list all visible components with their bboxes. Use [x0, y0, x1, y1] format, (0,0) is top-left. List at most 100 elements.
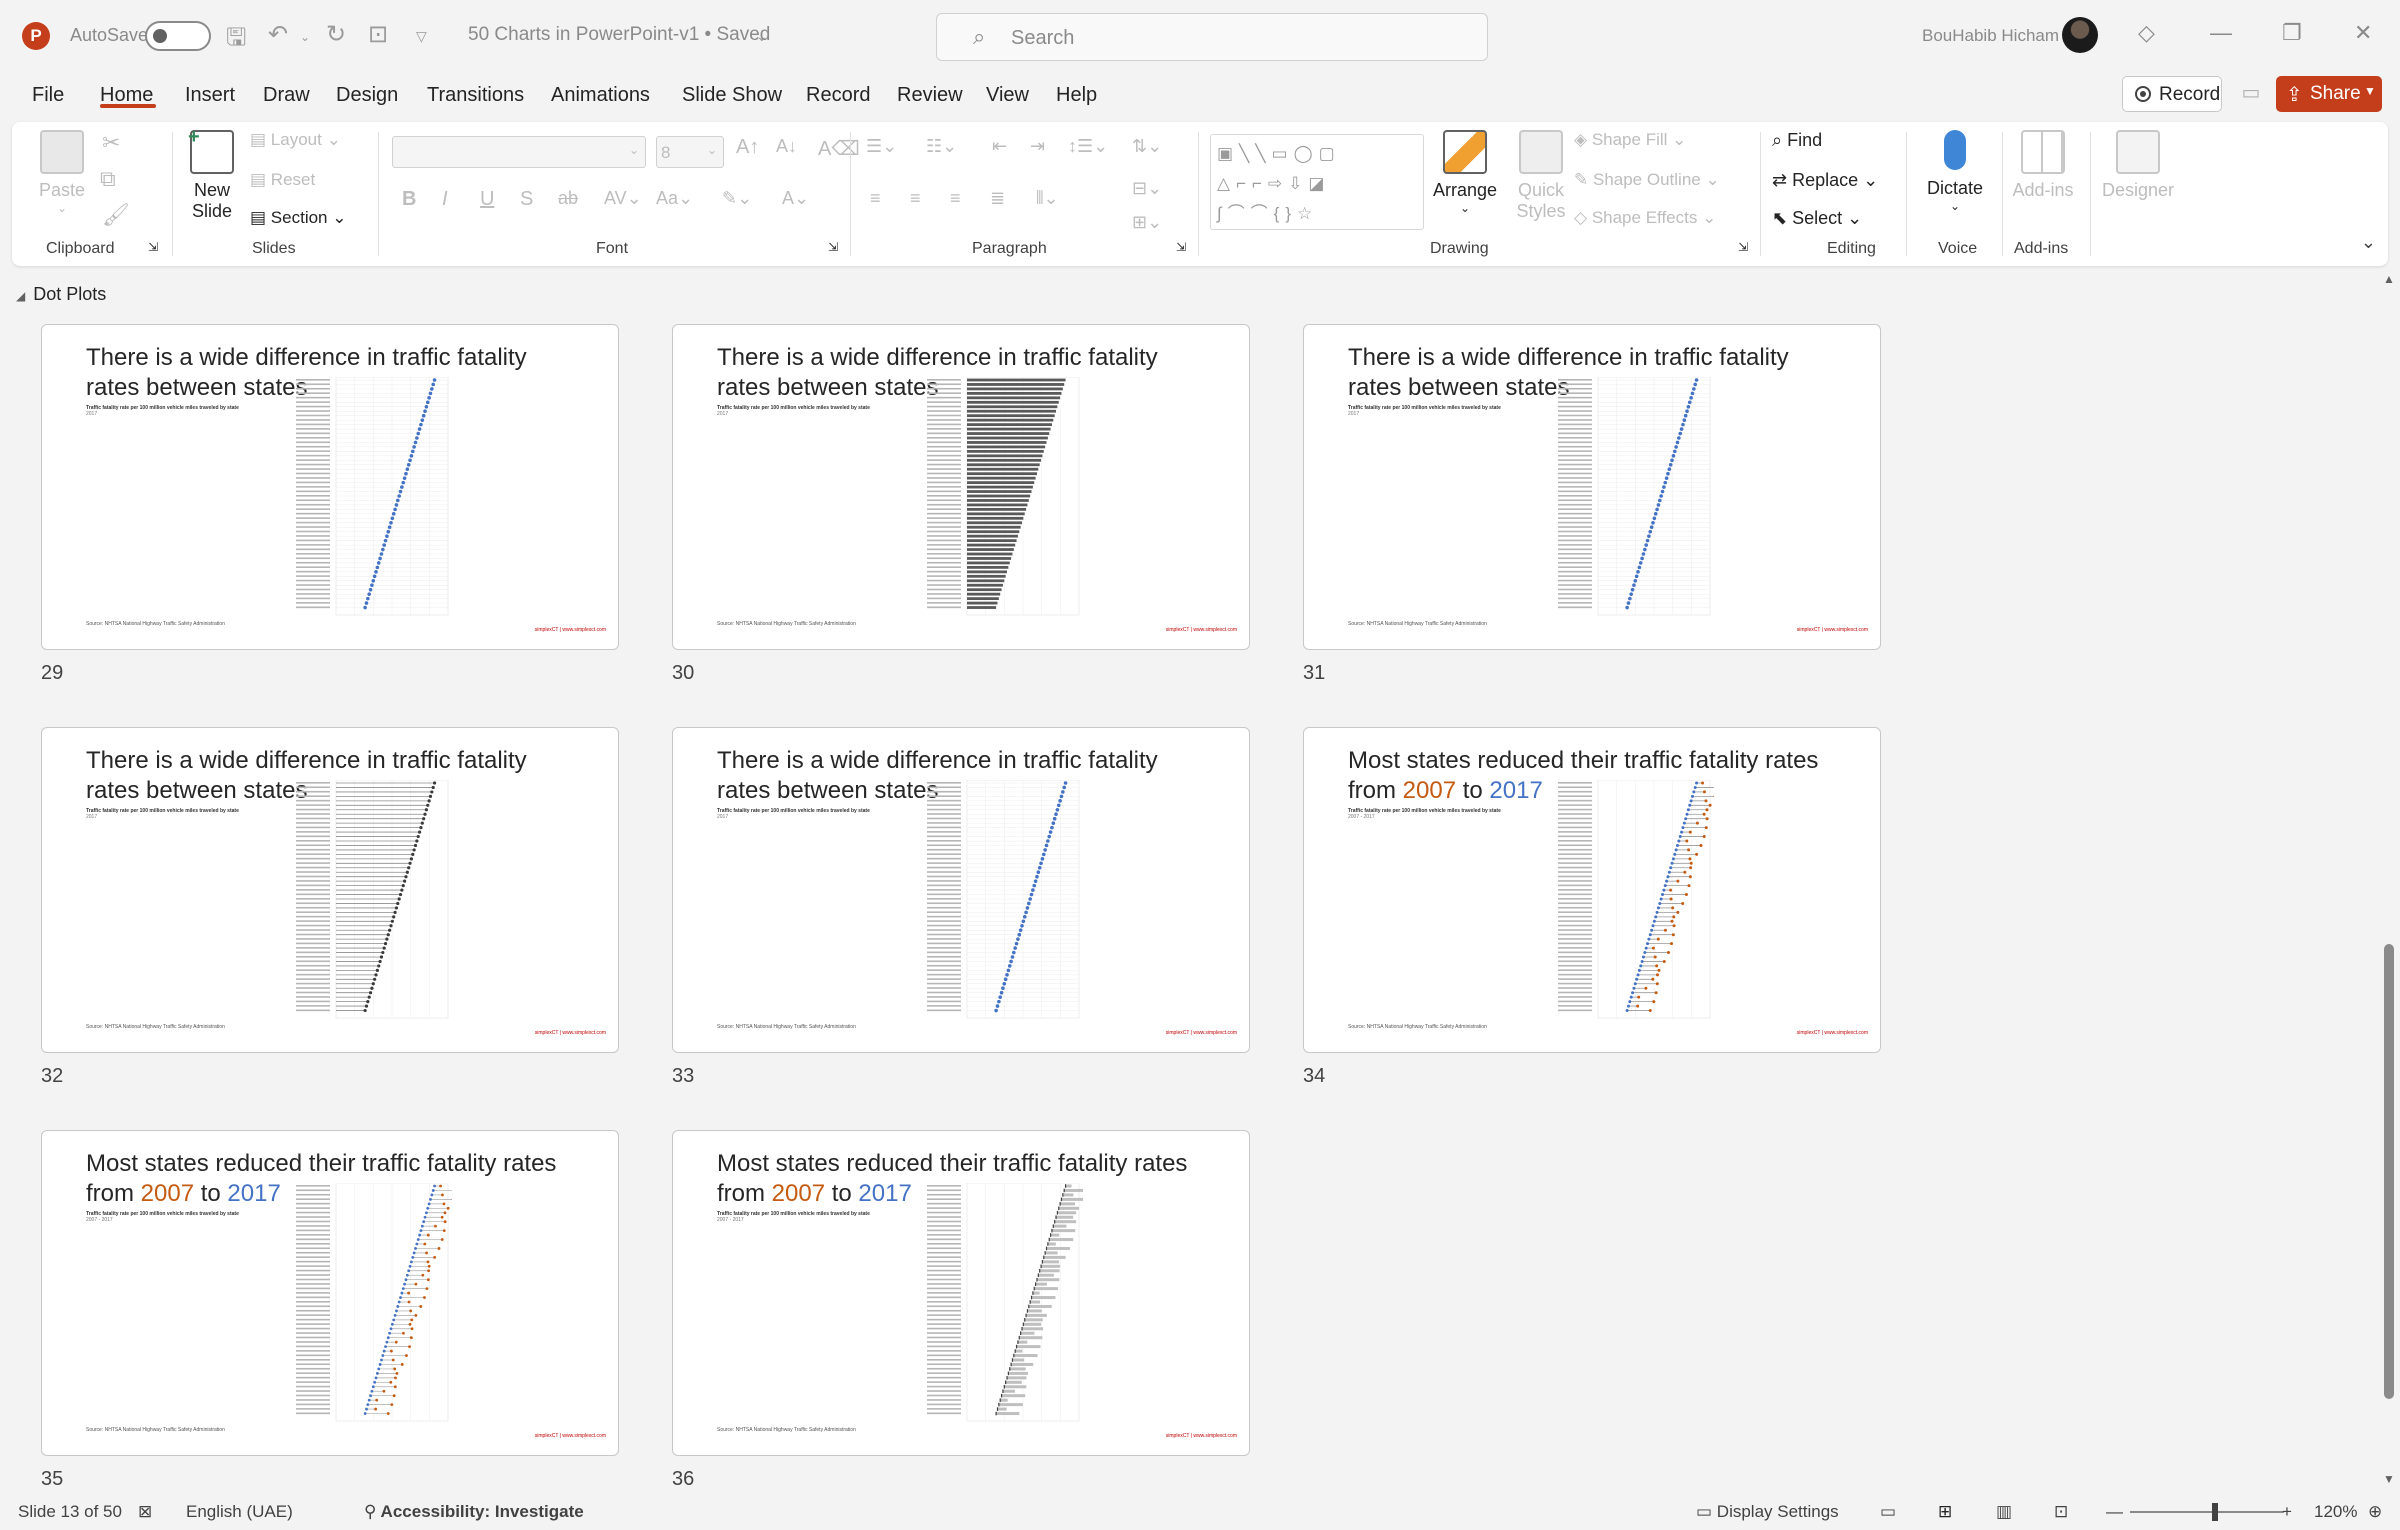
tab-help[interactable]: Help [1056, 84, 1097, 107]
scroll-down-icon[interactable]: ▼ [2383, 1472, 2395, 1486]
line-spacing-icon[interactable]: ↕☰⌄ [1068, 136, 1108, 157]
dialog-launcher-icon[interactable]: ⇲ [148, 240, 158, 254]
strikethrough-icon[interactable]: ab [558, 188, 578, 209]
arrange-button[interactable]: Arrange ⌄ [1430, 130, 1500, 215]
align-text-icon[interactable]: ⊟⌄ [1132, 178, 1162, 199]
tab-draw[interactable]: Draw [263, 84, 310, 107]
premium-diamond-icon[interactable]: ◇ [2138, 20, 2155, 46]
comments-icon[interactable]: ▭ [2236, 80, 2266, 108]
quick-styles-button[interactable]: Quick Styles [1506, 130, 1576, 222]
character-spacing-icon[interactable]: AV⌄ [604, 188, 642, 209]
normal-view-icon[interactable]: ▭ [1880, 1502, 1896, 1522]
cut-icon[interactable]: ✂ [102, 130, 120, 156]
select-button[interactable]: ⬉ Select ⌄ [1772, 208, 1862, 229]
slide-sorter-view-icon[interactable]: ⊞ [1938, 1502, 1952, 1522]
tab-transitions[interactable]: Transitions [427, 84, 524, 107]
font-size-box[interactable]: 8 ⌄ [656, 136, 724, 168]
collapse-ribbon-icon[interactable]: ⌄ [2361, 232, 2376, 253]
shape-outline-button[interactable]: ✎ Shape Outline ⌄ [1574, 170, 1720, 190]
designer-button[interactable]: Designer [2098, 130, 2178, 201]
format-painter-icon[interactable]: 🖌 [102, 202, 130, 228]
tab-file[interactable]: File [32, 84, 64, 107]
customize-qat-icon[interactable]: ▽ [416, 28, 427, 45]
start-slideshow-icon[interactable]: ⊡ [368, 20, 388, 49]
accessibility-status[interactable]: ⚲ Accessibility: Investigate [364, 1502, 584, 1522]
dialog-launcher-icon[interactable]: ⇲ [1738, 240, 1748, 254]
spelling-check-icon[interactable]: ⊠ [138, 1502, 152, 1522]
columns-icon[interactable]: ⫴⌄ [1036, 188, 1059, 209]
font-color-icon[interactable]: A⌄ [782, 188, 809, 209]
slide-thumbnail-36[interactable]: Most states reduced their traffic fatali… [672, 1130, 1250, 1456]
minimize-icon[interactable]: — [2210, 20, 2232, 46]
undo-dropdown-icon[interactable]: ⌄ [300, 30, 310, 44]
shadow-icon[interactable]: S [520, 188, 533, 211]
align-right-icon[interactable]: ≡ [950, 188, 961, 209]
bullets-icon[interactable]: ☰⌄ [866, 136, 897, 157]
paste-button[interactable]: Paste ⌄ [34, 130, 90, 215]
share-button[interactable]: ⇪ Share ▼ [2276, 76, 2382, 112]
align-left-icon[interactable]: ≡ [870, 188, 881, 209]
underline-icon[interactable]: U [480, 188, 494, 211]
grow-font-icon[interactable]: A↑ [736, 136, 759, 159]
shrink-font-icon[interactable]: A↓ [776, 136, 797, 157]
dialog-launcher-icon[interactable]: ⇲ [828, 240, 838, 254]
slide-thumbnail-32[interactable]: There is a wide difference in traffic fa… [41, 727, 619, 1053]
vertical-scrollbar[interactable]: ▲ ▼ [2378, 272, 2400, 1488]
language-status[interactable]: English (UAE) [186, 1502, 293, 1522]
highlight-icon[interactable]: ✎⌄ [722, 188, 752, 209]
slide-thumbnail-31[interactable]: There is a wide difference in traffic fa… [1303, 324, 1881, 650]
save-icon[interactable]: 🖫 [226, 20, 246, 61]
reading-view-icon[interactable]: ▥ [1996, 1502, 2012, 1522]
chevron-down-icon[interactable]: ⌄ [756, 28, 768, 45]
document-title[interactable]: 50 Charts in PowerPoint-v1 • Saved [468, 24, 770, 46]
fit-to-window-icon[interactable]: ⊕ [2368, 1502, 2382, 1522]
zoom-slider[interactable] [2130, 1511, 2284, 1513]
slide-thumbnail-34[interactable]: Most states reduced their traffic fatali… [1303, 727, 1881, 1053]
slide-thumbnail-35[interactable]: Most states reduced their traffic fatali… [41, 1130, 619, 1456]
restore-icon[interactable]: ❐ [2282, 20, 2302, 46]
collapse-triangle-icon[interactable]: ◢ [16, 289, 25, 303]
italic-icon[interactable]: I [442, 188, 448, 211]
section-header[interactable]: ◢ Dot Plots [16, 284, 106, 305]
copy-icon[interactable]: ⧉ [100, 166, 116, 192]
add-ins-button[interactable]: Add-ins [2008, 130, 2078, 201]
section-button[interactable]: ▤ Section ⌄ [250, 208, 346, 228]
slide-thumbnail-29[interactable]: There is a wide difference in traffic fa… [41, 324, 619, 650]
tab-slide-show[interactable]: Slide Show [682, 84, 782, 107]
undo-icon[interactable]: ↶ [268, 20, 288, 49]
zoom-in-icon[interactable]: + [2282, 1502, 2292, 1522]
text-direction-icon[interactable]: ⇅⌄ [1132, 136, 1162, 157]
shapes-gallery[interactable]: ▣╲╲▭◯▢ △⌐⌐⇨⇩◪ ∫⌒⌒{}☆ [1210, 134, 1424, 230]
search-box[interactable]: ⌕ Search [936, 13, 1488, 61]
zoom-slider-thumb[interactable] [2212, 1503, 2218, 1521]
tab-record[interactable]: Record [806, 84, 870, 107]
clear-formatting-icon[interactable]: A⌫ [818, 136, 860, 161]
slide-thumbnail-30[interactable]: There is a wide difference in traffic fa… [672, 324, 1250, 650]
tab-animations[interactable]: Animations [551, 84, 650, 107]
dictate-button[interactable]: Dictate ⌄ [1920, 130, 1990, 213]
autosave-toggle[interactable] [145, 21, 211, 51]
slideshow-view-icon[interactable]: ⊡ [2054, 1502, 2068, 1522]
find-button[interactable]: ⌕ Find [1772, 130, 1822, 151]
decrease-indent-icon[interactable]: ⇤ [992, 136, 1007, 157]
reset-button[interactable]: ▤ Reset [250, 170, 315, 190]
new-slide-button[interactable]: + New Slide [182, 126, 242, 222]
numbering-icon[interactable]: ☷⌄ [926, 136, 957, 157]
tab-view[interactable]: View [986, 84, 1029, 107]
scroll-up-icon[interactable]: ▲ [2383, 272, 2395, 286]
user-name[interactable]: BouHabib Hicham [1922, 26, 2059, 46]
smartart-icon[interactable]: ⊞⌄ [1132, 212, 1162, 233]
scrollbar-thumb[interactable] [2384, 944, 2394, 1399]
tab-design[interactable]: Design [336, 84, 398, 107]
bold-icon[interactable]: B [402, 188, 416, 211]
layout-button[interactable]: ▤ Layout ⌄ [250, 130, 341, 150]
increase-indent-icon[interactable]: ⇥ [1030, 136, 1045, 157]
dialog-launcher-icon[interactable]: ⇲ [1176, 240, 1186, 254]
font-name-box[interactable]: ⌄ [392, 136, 646, 168]
align-center-icon[interactable]: ≡ [910, 188, 921, 209]
tab-insert[interactable]: Insert [185, 84, 235, 107]
change-case-icon[interactable]: Aa⌄ [656, 188, 693, 209]
zoom-level[interactable]: 120% [2314, 1502, 2357, 1522]
replace-button[interactable]: ⇄ Replace ⌄ [1772, 170, 1878, 191]
zoom-out-icon[interactable]: — [2106, 1502, 2123, 1522]
